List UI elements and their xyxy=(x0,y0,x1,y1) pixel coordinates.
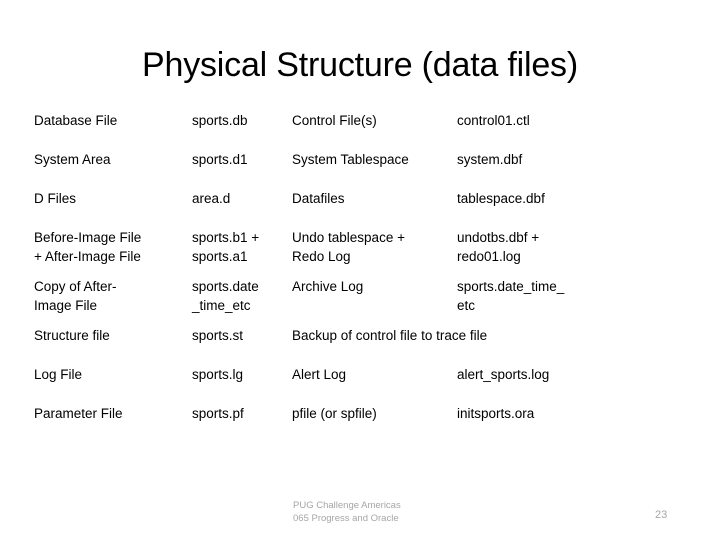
table-row: Copy of After- Image File sports.date _time… xyxy=(34,277,682,326)
table-cell: sports.st xyxy=(192,326,292,365)
page-number: 23 xyxy=(655,509,668,521)
cell-line: sports.st xyxy=(192,328,244,343)
table-cell: Copy of After- Image File xyxy=(34,277,192,326)
table-cell: sports.date_time_etc xyxy=(457,277,682,326)
cell-line: Copy of After- xyxy=(34,279,117,294)
cell-line: initsports.ora xyxy=(457,406,535,421)
cell-line: undotbs.dbf + xyxy=(457,230,540,245)
footer-note: PUG Challenge Americas 065 Progress and … xyxy=(293,500,401,525)
table-cell: Datafiles xyxy=(292,189,457,228)
page-title: Physical Structure (data files) xyxy=(142,46,578,84)
table-cell: Control File(s) xyxy=(292,111,457,150)
table-cell: System Tablespace xyxy=(292,150,457,189)
table-cell: Alert Log xyxy=(292,365,457,404)
cell-line: sports.lg xyxy=(192,367,244,382)
cell-line: _time_etc xyxy=(192,298,251,313)
table-cell: control01.ctl xyxy=(457,111,682,150)
cell-line: alert_sports.log xyxy=(457,367,550,382)
cell-line: Log File xyxy=(34,367,83,382)
footer-line-1: PUG Challenge Americas xyxy=(293,500,401,511)
table-cell: area.d xyxy=(192,189,292,228)
table-row: Database File sports.db Control File(s) con… xyxy=(34,111,682,150)
cell-line: tablespace.dbf xyxy=(457,191,545,206)
table-cell: Log File xyxy=(34,365,192,404)
cell-line: pfile (or spfile) xyxy=(292,406,377,421)
cell-line: Control File(s) xyxy=(292,113,377,128)
cell-line: Alert Log xyxy=(292,367,347,382)
cell-line: Parameter File xyxy=(34,406,123,421)
table-cell: Parameter File xyxy=(34,404,192,443)
cell-line: Backup of control file to trace file xyxy=(292,328,488,343)
cell-line: redo01.log xyxy=(457,249,521,264)
table-cell: sports.db xyxy=(192,111,292,150)
table-body: Database File sports.db Control File(s) con… xyxy=(34,111,682,443)
physical-structure-table: Database File sports.db Control File(s) con… xyxy=(34,111,682,443)
cell-line: Before-Image File xyxy=(34,230,142,245)
cell-line: etc xyxy=(457,298,476,313)
table-cell: pfile (or spfile) xyxy=(292,404,457,443)
cell-line: System Area xyxy=(34,152,111,167)
table-cell: Undo tablespace + Redo Log xyxy=(292,228,457,277)
table-cell: sports.lg xyxy=(192,365,292,404)
cell-line: control01.ctl xyxy=(457,113,530,128)
cell-line: sports.d1 xyxy=(192,152,248,167)
cell-line: sports.b1 + xyxy=(192,230,260,245)
cell-line: sports.pf xyxy=(192,406,244,421)
table-row: Structure file sports.st Backup of control… xyxy=(34,326,682,365)
cell-line: D Files xyxy=(34,191,77,206)
table-cell: sports.d1 xyxy=(192,150,292,189)
table-cell: sports.pf xyxy=(192,404,292,443)
table-cell: tablespace.dbf xyxy=(457,189,682,228)
cell-line: + After-Image File xyxy=(34,249,141,264)
table-row: Log File sports.lg Alert Log alert_sports.l… xyxy=(34,365,682,404)
table-row: Before-Image File + After-Image File sport… xyxy=(34,228,682,277)
cell-line: sports.a1 xyxy=(192,249,248,264)
cell-line: sports.date_time_ xyxy=(457,279,565,294)
table-cell: System Area xyxy=(34,150,192,189)
table-row: Parameter File sports.pf pfile (or spfile)… xyxy=(34,404,682,443)
table-cell: alert_sports.log xyxy=(457,365,682,404)
table-row: D Files area.d Datafiles tablespace.dbf xyxy=(34,189,682,228)
table-cell: Backup of control file to trace file xyxy=(292,326,682,365)
cell-line: Image File xyxy=(34,298,98,313)
table-cell: sports.b1 + sports.a1 xyxy=(192,228,292,277)
table-cell: Database File xyxy=(34,111,192,150)
cell-line: Archive Log xyxy=(292,279,364,294)
table-cell: undotbs.dbf + redo01.log xyxy=(457,228,682,277)
table-cell: sports.date _time_etc xyxy=(192,277,292,326)
cell-line: system.dbf xyxy=(457,152,523,167)
cell-line: System Tablespace xyxy=(292,152,409,167)
table-cell: Before-Image File + After-Image File xyxy=(34,228,192,277)
table-cell: Structure file xyxy=(34,326,192,365)
cell-line: Structure file xyxy=(34,328,110,343)
footer-line-2: 065 Progress and Oracle xyxy=(293,512,399,524)
cell-line: Undo tablespace + xyxy=(292,230,405,245)
cell-line: sports.db xyxy=(192,113,248,128)
cell-line: Redo Log xyxy=(292,249,351,264)
cell-line: Datafiles xyxy=(292,191,345,206)
table-row: System Area sports.d1 System Tablespace sys… xyxy=(34,150,682,189)
cell-line: Database File xyxy=(34,113,118,128)
presentation-slide: Physical Structure (data files) Database… xyxy=(0,0,720,540)
table-cell: system.dbf xyxy=(457,150,682,189)
table-cell: Archive Log xyxy=(292,277,457,326)
table-cell: D Files xyxy=(34,189,192,228)
cell-line: area.d xyxy=(192,191,231,206)
cell-line: sports.date xyxy=(192,279,259,294)
table-cell: initsports.ora xyxy=(457,404,682,443)
